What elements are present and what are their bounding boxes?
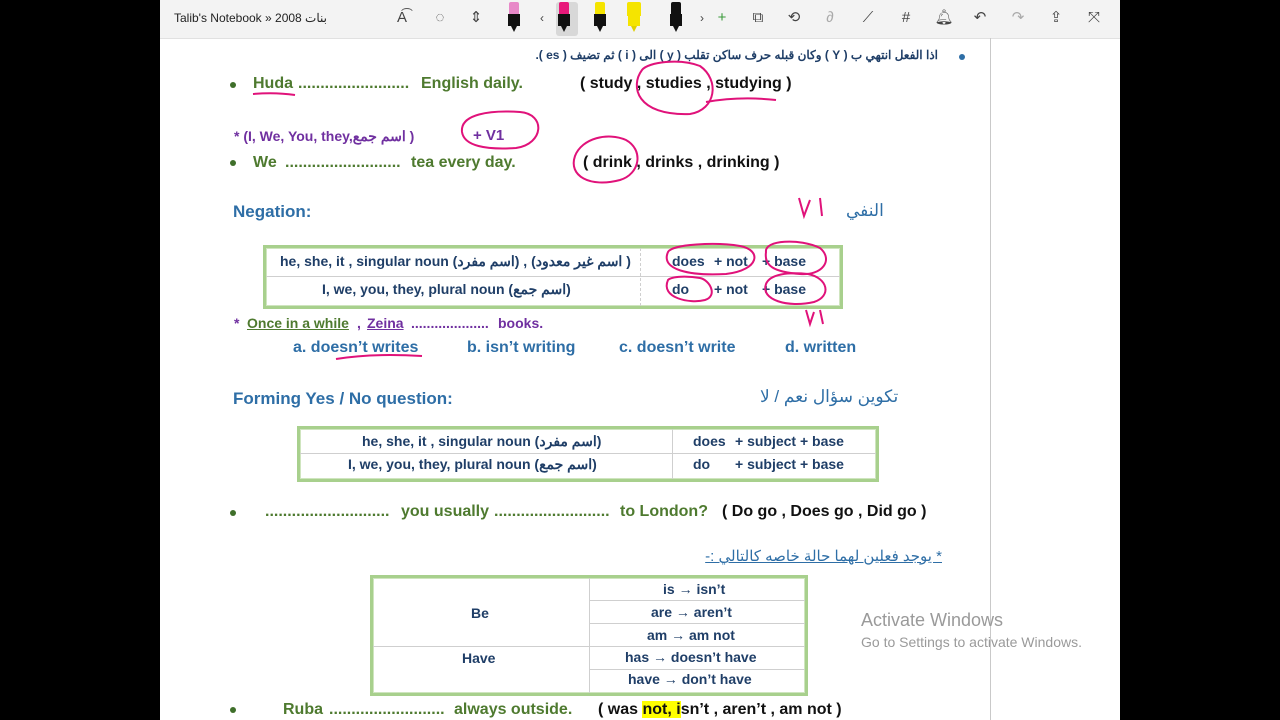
toolbar: Talib's Notebook » بنات 2008 A͡ ◌ ⇕ ‹ › … (160, 0, 1120, 39)
neg-row2-base: + base (762, 281, 806, 297)
q1-options: ( study , studies , studying ) (580, 75, 792, 92)
q-row2-rest: + subject + base (735, 456, 844, 472)
question-heading: Forming Yes / No question: (233, 389, 453, 408)
q5-options-highlight: not, i (642, 701, 681, 718)
q5-options-post: sn’t , aren’t , am not ) (680, 701, 842, 718)
q-row2-subject: I, we, you, they, plural noun (اسم جمع) (348, 456, 597, 472)
q1-blank: ......................... (298, 75, 410, 92)
q4-blank1: ............................ (265, 503, 390, 520)
neg-row2-subject: I, we, you, they, plural noun (اسم جمع) (322, 281, 571, 297)
shapes-icon[interactable]: ⧉ (748, 8, 768, 28)
negation-arabic: النفي (846, 201, 884, 220)
q5-blank: .......................... (329, 701, 445, 718)
q3-star: * (234, 315, 240, 331)
q3-option-a: a. doesn’t writes (293, 339, 419, 356)
question-table: he, she, it , singular noun (اسم مفرد) d… (297, 426, 879, 482)
grid-icon[interactable]: # (896, 8, 916, 28)
neg-row1-aux: does (672, 253, 705, 269)
bell-icon[interactable]: 🔔︎ (934, 8, 954, 28)
q4-middle: you usually (401, 503, 490, 520)
q5-options-pre: ( was (598, 701, 643, 718)
undo-icon[interactable]: ↶ (970, 8, 990, 28)
q3-rest: books. (498, 315, 544, 331)
plural-rule: * (I, We, You, they,اسم جمع ) (234, 128, 415, 144)
onenote-window: Talib's Notebook » بنات 2008 A͡ ◌ ⇕ ‹ › … (160, 0, 1120, 720)
have-row-2: have → don’t have (628, 671, 752, 687)
notebook-title: Talib's Notebook » بنات 2008 (174, 11, 327, 25)
lasso-select-icon[interactable]: ◌ (430, 8, 450, 28)
q-row1-subject: he, she, it , singular noun (اسم مفرد) (362, 433, 602, 449)
question-arabic: تكوين سؤال نعم / لا (760, 387, 899, 406)
q5-options: ( was not, isn’t , aren’t , am not ) (598, 701, 842, 719)
activate-windows-subtitle: Go to Settings to activate Windows. (861, 634, 1082, 650)
have-label: Have (462, 650, 496, 666)
redo-icon[interactable]: ↷ (1008, 8, 1028, 28)
q3-option-c: c. doesn’t write (619, 339, 736, 356)
q4-blank2: .......................... (494, 503, 610, 520)
rule-y-arabic: اذا الفعل انتهي ب ( Y ) وكان قبله حرف سا… (535, 48, 938, 62)
be-row-1: is → isn’t (663, 581, 726, 597)
q5-rest: always outside. (454, 701, 573, 718)
bullet (230, 82, 236, 88)
ruler-icon[interactable]: ⟋ (858, 8, 878, 28)
q4-rest: to London? (620, 503, 708, 520)
bullet (230, 510, 236, 516)
have-row-1: has → doesn’t have (625, 649, 757, 665)
q3-subject: Zeina (367, 315, 404, 331)
q3-blank: .................... (411, 315, 489, 331)
q-row1-aux: does (693, 433, 726, 449)
chevron-right-icon[interactable]: › (692, 8, 712, 28)
negation-table: he, she, it , singular noun (اسم مفرد) ,… (263, 245, 843, 309)
special-table: Be Have is → isn’t are → aren’t am → am … (370, 575, 808, 696)
neg-row2-not: + not (714, 281, 748, 297)
neg-row1-subject: he, she, it , singular noun (اسم مفرد) ,… (280, 253, 631, 269)
pen-yellow-1[interactable] (592, 2, 608, 32)
q1-rest: English daily. (421, 75, 523, 92)
pen-black-pink[interactable] (506, 2, 522, 32)
bullet (959, 54, 965, 60)
bullet (230, 707, 236, 713)
pen-purple[interactable] (668, 2, 684, 32)
add-pen-icon[interactable]: + (712, 8, 732, 28)
q-row1-rest: + subject + base (735, 433, 844, 449)
be-label: Be (471, 605, 489, 621)
highlighter-yellow[interactable] (626, 2, 642, 32)
ink-to-shape-icon[interactable]: ⟲ (784, 8, 804, 28)
be-row-3: am → am not (647, 627, 735, 643)
ink-to-math-icon[interactable]: ∂ (820, 8, 840, 28)
neg-row1-base: + base (762, 253, 806, 269)
q2-rest: tea every day. (411, 154, 516, 171)
be-row-2: are → aren’t (651, 604, 732, 620)
neg-row2-aux: do (672, 281, 690, 297)
neg-row1-not: + not (714, 253, 748, 269)
activate-windows-title: Activate Windows (861, 610, 1004, 630)
fullscreen-icon[interactable]: ⤧ (1084, 8, 1104, 28)
q5-subject: Ruba (283, 701, 323, 718)
pen-magenta[interactable] (556, 2, 578, 36)
q3-option-d: d. written (785, 339, 857, 356)
q2-blank: .......................... (285, 154, 401, 171)
q2-subject: We (253, 154, 277, 171)
q2-options: ( drink , drinks , drinking ) (583, 154, 780, 171)
negation-heading: Negation: (233, 202, 312, 221)
q3-adverb: Once in a while (247, 315, 349, 331)
add-space-icon[interactable]: ⇕ (466, 8, 486, 28)
bullet (230, 160, 236, 166)
q-row2-aux: do (693, 456, 711, 472)
q4-options: ( Do go , Does go , Did go ) (722, 503, 927, 520)
share-icon[interactable]: ⇪ (1046, 8, 1066, 28)
q3-option-b: b. isn’t writing (467, 339, 576, 356)
q1-subject: Huda (253, 75, 293, 92)
ink-to-text-icon[interactable]: A͡ (392, 8, 412, 28)
chevron-left-icon[interactable]: ‹ (532, 8, 552, 28)
v1-note: + V1 (473, 127, 505, 144)
special-note: * يوجد فعلين لهما حالة خاصه كالتالي :- (705, 548, 942, 565)
q3-comma: , (357, 315, 361, 331)
